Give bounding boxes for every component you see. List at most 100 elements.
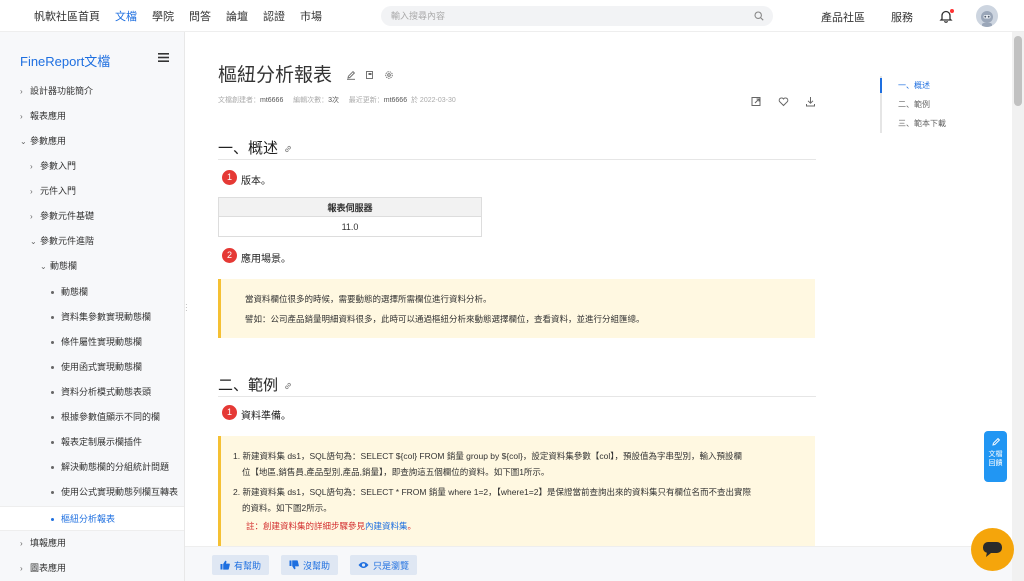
avatar[interactable]	[976, 5, 998, 27]
sidebar-item-doc[interactable]: 動態欄	[51, 280, 88, 305]
search-box	[381, 6, 773, 26]
toc-item-example[interactable]: 二、範例	[882, 95, 946, 114]
sidebar-item-widget-intro[interactable]: › 元件入門	[30, 179, 76, 204]
sidebar-item-doc[interactable]: 根據參數值顯示不同的欄	[51, 405, 160, 430]
chevron-right-icon: ›	[20, 539, 23, 548]
title-actions	[346, 70, 394, 80]
page-title: 樞紐分析報表	[218, 65, 333, 86]
sidebar-item-widget-basic[interactable]: › 參數元件基礎	[30, 204, 94, 229]
notification-dot	[950, 9, 954, 13]
pencil-icon	[991, 437, 1001, 447]
inline-link[interactable]: 內建資料集	[365, 521, 408, 531]
info-note: 當資料欄位很多的時候，需要動態的選擇所需欄位進行資料分析。 譬如：公司產品銷量明…	[218, 279, 815, 338]
eye-icon	[358, 560, 369, 570]
helpful-button[interactable]: 有幫助	[212, 555, 270, 575]
sidebar-item-fill-app[interactable]: › 填報應用	[20, 531, 66, 556]
chevron-down-icon: ⌄	[20, 137, 27, 146]
sidebar-item-chart-app[interactable]: › 圖表應用	[20, 556, 66, 581]
sidebar-item-param-app[interactable]: ⌄ 參數應用	[20, 129, 66, 154]
chat-button[interactable]	[971, 528, 1014, 571]
nav-item-certification[interactable]: 認證	[263, 8, 285, 24]
divider	[218, 396, 816, 397]
nav-item-academy[interactable]: 學院	[152, 8, 174, 24]
table-header: 報表伺服器	[218, 197, 482, 217]
scrollbar-thumb[interactable]	[1014, 36, 1022, 106]
sidebar-title[interactable]: FineReport文檔	[20, 51, 110, 70]
sidebar-item-doc[interactable]: 資料分析模式動態表頭	[51, 380, 151, 405]
menu-icon[interactable]	[158, 53, 169, 62]
nav-item-product-community[interactable]: 產品社區	[821, 9, 865, 25]
toc-item-template-download[interactable]: 三、範本下載	[882, 114, 946, 133]
doc-actions	[751, 96, 816, 107]
top-navbar: 帆軟社區首頁 文檔 學院 問答 論壇 認證 市場 產品社區 服務	[0, 0, 1024, 32]
creator-name[interactable]: mt6666	[260, 97, 283, 104]
note-text: 譬如：公司產品銷量明細資料很多，此時可以通過樞紐分析來動態選擇欄位，查看資料，並…	[245, 314, 645, 324]
search-icon[interactable]	[754, 11, 764, 21]
search-input[interactable]	[391, 8, 741, 24]
chevron-down-icon: ⌄	[40, 262, 47, 271]
chevron-down-icon: ⌄	[30, 237, 37, 246]
sidebar-item-doc[interactable]: 使用函式實現動態欄	[51, 355, 142, 380]
sidebar-item-doc[interactable]: 資料集參數實現動態欄	[51, 305, 151, 330]
updater-name[interactable]: mt6666	[384, 97, 407, 104]
step-text: 資料準備。	[241, 411, 291, 422]
step-badge: 1	[222, 170, 237, 185]
sidebar-item-doc[interactable]: 條件屬性實現動態欄	[51, 330, 142, 355]
nav-item-community-home[interactable]: 帆軟社區首頁	[34, 8, 100, 24]
sidebar-item-widget-advanced[interactable]: ⌄ 參數元件進階	[30, 229, 94, 254]
step-badge: 2	[222, 248, 237, 263]
nav-item-docs[interactable]: 文檔	[115, 8, 137, 24]
doc-meta: 文檔創建者：mt6666 編輯次數：3次 最近更新：mt6666 於 2022-…	[218, 97, 456, 104]
note-line: 註：創建資料集的詳細步驟參見內建資料集。	[246, 521, 417, 531]
copy-icon[interactable]	[365, 70, 375, 80]
nav-item-service[interactable]: 服務	[891, 9, 913, 25]
sidebar-item-dynamic-column[interactable]: ⌄ 動態欄	[40, 254, 77, 279]
sidebar-item-doc[interactable]: 解決動態欄的分組統計問題	[51, 455, 169, 480]
sidebar-item-param-intro[interactable]: › 參數入門	[30, 154, 76, 179]
chat-icon	[982, 541, 1003, 558]
feedback-bar: 有幫助 沒幫助 只是瀏覽	[185, 546, 1024, 581]
download-icon[interactable]	[805, 96, 816, 107]
sidebar-item-designer-intro[interactable]: › 設計器功能簡介	[20, 79, 93, 104]
step-text: 應用場景。	[241, 254, 291, 265]
main-nav: 帆軟社區首頁 文檔 學院 問答 論壇 認證 市場	[34, 0, 337, 32]
sidebar-item-doc[interactable]: 使用公式實現動態列欄互轉表	[51, 480, 178, 505]
divider	[218, 159, 816, 160]
edit-icon[interactable]	[346, 70, 356, 80]
step-badge: 1	[222, 405, 237, 420]
list-item: 2. 新建資料集 ds1，SQL語句為：SELECT * FROM 銷量 whe…	[233, 487, 751, 513]
doc-feedback-button[interactable]: 文檔 回饋	[984, 431, 1007, 482]
note-text: 當資料欄位很多的時候，需要動態的選擇所需欄位進行資料分析。	[245, 294, 492, 304]
thumbs-up-icon	[220, 560, 230, 570]
just-browsing-button[interactable]: 只是瀏覽	[350, 555, 418, 575]
sidebar-item-report-app[interactable]: › 報表應用	[20, 104, 66, 129]
toc-item-overview[interactable]: 一、概述	[880, 76, 946, 95]
not-helpful-button[interactable]: 沒幫助	[281, 555, 339, 575]
sidebar-item-pivot-report[interactable]: 樞紐分析報表	[0, 506, 184, 531]
step-text: 版本。	[241, 176, 271, 187]
steps-note: 1. 新建資料集 ds1，SQL語句為：SELECT ${col} FROM 銷…	[218, 436, 815, 546]
chevron-right-icon: ›	[20, 87, 23, 96]
nav-item-forum[interactable]: 論壇	[226, 8, 248, 24]
chevron-right-icon: ›	[30, 187, 33, 196]
export-icon[interactable]	[751, 96, 762, 107]
chevron-right-icon: ›	[30, 212, 33, 221]
anchor-link-icon[interactable]	[284, 382, 292, 390]
doc-sidebar: FineReport文檔 › 設計器功能簡介 › 報表應用 ⌄ 參數應用 › 參數入門 …	[0, 32, 185, 581]
version-table: 報表伺服器 11.0	[218, 197, 482, 237]
chevron-right-icon: ›	[20, 564, 23, 573]
section-heading-example: 二、範例	[218, 374, 292, 395]
thumbs-down-icon	[289, 560, 299, 570]
settings-icon[interactable]	[384, 70, 394, 80]
table-of-contents: 一、概述 二、範例 三、範本下載	[880, 76, 946, 133]
chevron-right-icon: ›	[30, 162, 33, 171]
chevron-right-icon: ›	[20, 112, 23, 121]
nav-item-qa[interactable]: 問答	[189, 8, 211, 24]
list-item: 1. 新建資料集 ds1，SQL語句為：SELECT ${col} FROM 銷…	[233, 451, 743, 477]
favorite-icon[interactable]	[778, 96, 789, 107]
section-heading-overview: 一、概述	[218, 137, 292, 158]
anchor-link-icon[interactable]	[284, 145, 292, 153]
sidebar-item-doc[interactable]: 報表定制展示欄插件	[51, 430, 142, 455]
nav-item-market[interactable]: 市場	[300, 8, 322, 24]
page-scrollbar[interactable]	[1012, 32, 1024, 581]
